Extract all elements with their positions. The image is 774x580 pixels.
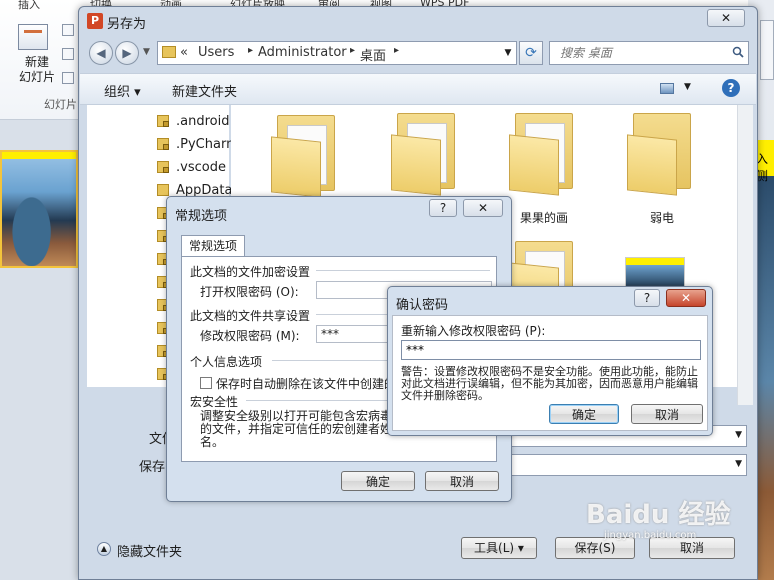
cancel-button[interactable]: 取消 [425,471,499,491]
breadcrumb-overflow[interactable]: « [180,45,188,60]
section-heading: 此文档的文件共享设置 [190,309,311,323]
lock-icon [163,121,169,127]
chevron-up-icon: ▲ [97,542,111,556]
reenter-password-label: 重新输入修改权限密码 (P): [401,324,546,338]
folder-icon [162,46,176,58]
powerpoint-icon: P [87,13,103,29]
tools-button-label: 工具(L) [474,541,515,555]
refresh-icon: ⟳ [525,45,537,61]
command-toolbar: 组织 ▾ 新建文件夹 ▼ ? [80,73,756,105]
divider [316,270,490,271]
change-view-icon[interactable] [660,83,674,94]
layout-icon[interactable] [62,24,74,36]
search-box[interactable] [549,41,749,65]
filetype-label: 保存 [139,460,166,475]
confirm-password-dialog: 确认密码 ? ✕ 重新输入修改权限密码 (P): 警告：设置修改权限密码不是安全… [387,286,713,436]
watermark-logo: Baidu 经验 [586,500,731,530]
cancel-button[interactable]: 取消 [631,404,703,424]
lock-icon [163,167,169,173]
close-button[interactable]: ✕ [463,199,503,217]
tab-general-options[interactable]: 常规选项 [181,235,245,257]
folder-label[interactable]: 果果的画 [499,209,589,226]
breadcrumb-desktop[interactable]: 桌面 [360,45,386,64]
nav-item-label: .PyCharm [176,137,239,152]
modify-password-label: 修改权限密码 (M): [200,329,300,343]
close-button[interactable]: ✕ [666,289,706,307]
folder-label[interactable]: 弱电 [617,209,707,226]
folder-item[interactable] [271,115,341,198]
slide-text-fragment: 入侧 [756,152,769,183]
hide-folders-button[interactable]: ▲ 隐藏文件夹 [97,541,182,560]
section-heading: 此文档的文件加密设置 [190,265,311,279]
dialog-title: 确认密码 [396,298,449,313]
forward-button[interactable]: ▶ [115,41,139,65]
arrow-left-icon: ◀ [96,46,106,60]
chevron-down-icon: ▾ [517,541,524,555]
section-heading: 宏安全性 [190,395,239,409]
help-icon[interactable]: ? [722,79,740,97]
nav-item-label: .android [176,114,230,129]
nav-item-android[interactable]: .android [87,111,229,133]
dialog-title: 常规选项 [175,209,228,224]
nav-item-label: .vscode [176,160,226,175]
chevron-right-icon[interactable]: ▸ [248,45,253,56]
ok-button[interactable]: 确定 [549,404,619,424]
section-heading: 个人信息选项 [190,355,263,369]
ribbon-scroll-button[interactable] [760,20,774,80]
hide-folders-label: 隐藏文件夹 [117,545,183,560]
chevron-right-icon[interactable]: ▸ [350,45,355,56]
watermark-url: jingyan.baidu.com [604,530,697,541]
ok-button[interactable]: 确定 [341,471,415,491]
folder-item[interactable] [627,113,697,196]
chevron-down-icon[interactable]: ▼ [735,459,742,469]
address-dropdown-button[interactable]: ▼ [499,41,517,65]
ribbon-tab[interactable]: 插入 [18,0,40,12]
macro-security-description: 调整安全级别以打开可能包含宏病毒的文件，并指定可信任的宏创建者姓名。 [200,409,393,449]
slide-thumbnail[interactable] [0,150,78,268]
confirm-panel: 重新输入修改权限密码 (P): 警告：设置修改权限密码不是安全功能。使用此功能，… [392,315,708,431]
chevron-right-icon[interactable]: ▸ [394,45,399,56]
filetype-select[interactable]: ▼ [509,454,747,476]
help-button[interactable]: ? [429,199,457,217]
folder-item[interactable] [391,113,461,196]
nav-item-vscode[interactable]: .vscode [87,157,229,179]
dialog-title: 另存为 [107,17,147,32]
reset-icon[interactable] [62,48,74,60]
help-button[interactable]: ? [634,289,660,307]
breadcrumb-users[interactable]: Users [198,45,234,60]
arrow-right-icon: ▶ [122,46,132,60]
address-bar[interactable]: « Users ▸ Administrator ▸ 桌面 ▸ [157,41,517,65]
back-button[interactable]: ◀ [89,41,113,65]
tools-button[interactable]: 工具(L) ▾ [461,537,537,559]
reenter-password-field[interactable] [401,340,701,360]
scrollbar[interactable] [737,105,753,405]
search-icon[interactable] [732,46,744,58]
new-folder-button[interactable]: 新建文件夹 [172,81,237,100]
chevron-down-icon[interactable]: ▼ [735,430,742,440]
section-icon[interactable] [62,72,74,84]
close-button[interactable]: ✕ [707,9,745,27]
new-slide-icon[interactable] [18,24,48,50]
view-options-dropdown[interactable]: ▼ [684,82,691,92]
search-input[interactable] [550,42,726,64]
folder-item[interactable] [509,113,579,196]
breadcrumb-administrator[interactable]: Administrator [258,45,347,60]
lock-icon [163,144,169,150]
auto-remove-label[interactable]: 保存时自动删除在该文件中创建的 [216,375,396,392]
refresh-button[interactable]: ⟳ [519,41,543,65]
ribbon-group-label: 幻灯片 [44,98,77,111]
nav-item-pycharm[interactable]: .PyCharm [87,134,239,156]
open-password-label: 打开权限密码 (O): [200,285,299,299]
recent-locations-dropdown[interactable]: ▼ [143,47,150,57]
new-slide-button-label[interactable]: 新建 幻灯片 [12,55,62,85]
security-warning-text: 警告：设置修改权限密码不是安全功能。使用此功能，能防止对此文档进行误编辑，但不能… [401,365,698,402]
folder-icon [157,184,169,196]
organize-button[interactable]: 组织 ▾ [104,81,141,100]
auto-remove-checkbox[interactable] [200,377,212,389]
